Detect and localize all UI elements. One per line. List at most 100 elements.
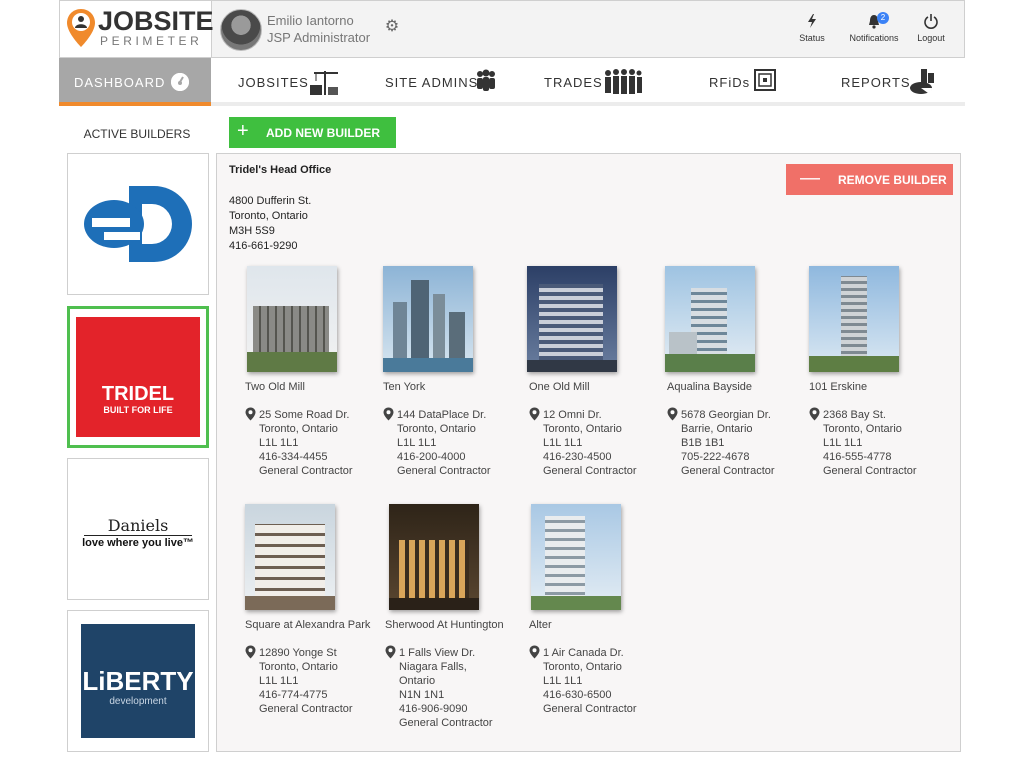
nav-jobsites[interactable]: JOBSITES <box>238 58 343 106</box>
ed-logo <box>84 186 192 262</box>
builder-card-daniels[interactable]: Daniels love where you live™ <box>67 458 209 600</box>
jobsite-street: 25 Some Road Dr. <box>259 409 350 421</box>
user-avatar[interactable] <box>220 9 262 51</box>
location-pin-icon <box>385 645 396 659</box>
nav-trades[interactable]: TRADES <box>544 58 644 106</box>
jobsite-postal: L1L 1L1 <box>543 675 583 687</box>
map-pin-icon <box>67 9 95 47</box>
jobsite-phone: 416-200-4000 <box>397 451 466 463</box>
location-pin-icon <box>245 645 256 659</box>
daniels-logo-rule <box>84 535 192 536</box>
jobsite-phone: 416-774-4775 <box>259 689 328 701</box>
jobsite-thumbnail[interactable] <box>247 266 337 372</box>
notification-count-badge: 2 <box>877 12 889 24</box>
location-pin-icon <box>529 407 540 421</box>
logout-button[interactable]: Logout <box>910 13 952 43</box>
office-postal: M3H 5S9 <box>229 225 275 237</box>
jobsite-role: General Contractor <box>259 703 353 715</box>
rfid-chip-icon <box>754 69 776 91</box>
jobsite-thumbnail[interactable] <box>531 504 621 610</box>
jobsite-street: 2368 Bay St. <box>823 409 886 421</box>
notifications-button[interactable]: 2 Notifications <box>844 12 904 43</box>
jobsite-street: 144 DataPlace Dr. <box>397 409 487 421</box>
jobsite-thumbnail[interactable] <box>383 266 473 372</box>
nav-rfids-label: RFiDs <box>709 75 751 90</box>
jobsite-street: 12890 Yonge St <box>259 647 337 659</box>
bell-icon: 2 <box>844 12 904 33</box>
jobsite-thumbnail[interactable] <box>665 266 755 372</box>
location-pin-icon <box>667 407 678 421</box>
jobsite-postal: L1L 1L1 <box>397 437 437 449</box>
jobsite-phone: 705-222-4678 <box>681 451 750 463</box>
crane-icon <box>310 71 338 95</box>
remove-builder-button[interactable]: — REMOVE BUILDER <box>786 164 953 195</box>
builder-card-tridel[interactable]: TRIDEL BUILT FOR LIFE <box>67 306 209 448</box>
sidebar-title: ACTIVE BUILDERS <box>83 127 191 141</box>
jobsite-name: Two Old Mill <box>245 381 305 393</box>
status-button[interactable]: Status <box>794 13 830 43</box>
liberty-logo: LiBERTY development <box>81 624 195 738</box>
nav-reports[interactable]: REPORTS <box>841 58 941 106</box>
jobsite-postal: B1B 1B1 <box>681 437 725 449</box>
liberty-logo-tagline: development <box>109 696 167 707</box>
location-pin-icon <box>383 407 394 421</box>
location-pin-icon <box>529 645 540 659</box>
jobsite-name: Square at Alexandra Park <box>245 619 371 631</box>
nav-site-admins[interactable]: SITE ADMINS <box>385 58 500 106</box>
admins-icon <box>477 69 495 91</box>
logo-title: JOBSITE <box>98 6 214 36</box>
jobsite-phone: 416-334-4455 <box>259 451 328 463</box>
nav-dashboard-label: DASHBOARD <box>74 75 166 90</box>
jobsite-thumbnail[interactable] <box>527 266 617 372</box>
jobsite-phone: 416-906-9090 <box>399 703 468 715</box>
liberty-logo-text: LiBERTY <box>82 666 194 696</box>
daniels-logo-text: Daniels <box>107 516 169 535</box>
office-street: 4800 Dufferin St. <box>229 195 312 207</box>
jobsite-role: General Contractor <box>259 465 353 477</box>
gear-icon[interactable]: ⚙ <box>384 19 400 35</box>
jobsite-phone: 416-630-6500 <box>543 689 612 701</box>
nav-rfids[interactable]: RFiDs <box>709 58 781 106</box>
jobsite-thumbnail[interactable] <box>809 266 899 372</box>
add-new-builder-label: ADD NEW BUILDER <box>266 126 380 140</box>
user-role: JSP Administrator <box>267 30 371 45</box>
user-name: Emilio Iantorno <box>267 13 354 28</box>
jobsite-postal: L1L 1L1 <box>543 437 583 449</box>
power-icon <box>910 13 952 33</box>
location-pin-icon <box>245 407 256 421</box>
jobsite-city: Niagara Falls, Ontario <box>399 661 467 687</box>
jobsite-city: Toronto, Ontario <box>823 423 902 435</box>
jobsite-postal: N1N 1N1 <box>399 689 445 701</box>
app-logo[interactable]: JOBSITE PERIMETER <box>60 1 214 57</box>
nav-reports-label: REPORTS <box>841 75 911 90</box>
builder-card-ed[interactable] <box>67 153 209 295</box>
jobsite-role: General Contractor <box>543 465 637 477</box>
gauge-icon <box>171 73 189 91</box>
jobsite-thumbnail[interactable] <box>389 504 479 610</box>
office-phone: 416-661-9290 <box>229 240 298 252</box>
jobsite-postal: L1L 1L1 <box>259 437 299 449</box>
jobsite-role: General Contractor <box>543 703 637 715</box>
builder-detail-panel: Tridel's Head Office 4800 Dufferin St. T… <box>216 153 961 752</box>
logout-label: Logout <box>917 33 945 43</box>
minus-icon: — <box>800 167 820 189</box>
jobsite-street: 1 Falls View Dr. <box>399 647 476 659</box>
jobsite-name: Alter <box>529 619 552 631</box>
nav-dashboard[interactable]: DASHBOARD <box>59 58 211 106</box>
jobsite-city: Barrie, Ontario <box>681 423 753 435</box>
jobsite-city: Toronto, Ontario <box>259 661 338 673</box>
status-icon <box>794 13 830 33</box>
office-title: Tridel's Head Office <box>229 164 332 176</box>
jobsite-street: 12 Omni Dr. <box>543 409 602 421</box>
jobsite-street: 5678 Georgian Dr. <box>681 409 771 421</box>
add-new-builder-button[interactable]: + ADD NEW BUILDER <box>229 117 396 148</box>
jobsite-name: Aqualina Bayside <box>667 381 753 393</box>
jobsite-thumbnail[interactable] <box>245 504 335 610</box>
builder-card-liberty[interactable]: LiBERTY development <box>67 610 209 752</box>
jobsite-phone: 416-230-4500 <box>543 451 612 463</box>
office-city: Toronto, Ontario <box>229 210 308 222</box>
plus-icon: + <box>237 120 249 142</box>
jobsite-role: General Contractor <box>397 465 491 477</box>
nav-site-admins-label: SITE ADMINS <box>385 75 479 90</box>
jobsite-city: Toronto, Ontario <box>543 661 622 673</box>
